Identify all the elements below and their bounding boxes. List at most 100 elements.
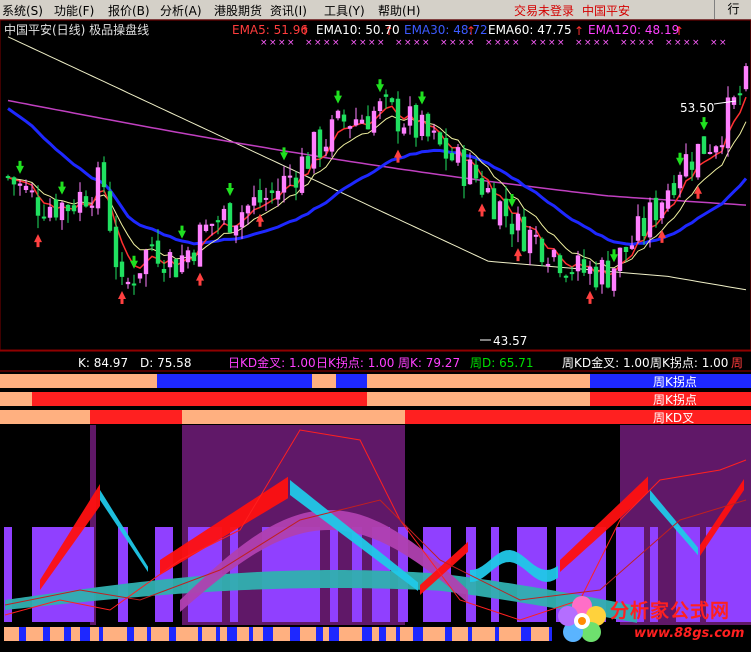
kdj-readout-0: K: 84.97 (78, 356, 129, 370)
signal-x-mark: × (305, 38, 313, 48)
candle-body (479, 178, 485, 195)
bottom-tick-segment (26, 627, 43, 641)
signal-x-mark: × (647, 38, 655, 48)
bottom-tick-segment (339, 627, 362, 641)
high-price-label: 53.50 (680, 101, 715, 115)
candle-body (329, 119, 335, 152)
candle-body (5, 176, 11, 179)
candle-body (659, 202, 665, 219)
bottom-tick-segment (43, 627, 50, 641)
candle-body (281, 175, 287, 193)
candle-body (161, 268, 167, 273)
candle-body (377, 101, 383, 112)
candle-body (293, 177, 299, 188)
candle-body (77, 191, 83, 213)
candle-body (623, 246, 629, 252)
signal-x-mark: × (692, 38, 700, 48)
band-label-2: 周K拐点 (653, 393, 697, 407)
chart-canvas: × × × × × × × × × × × × × × × × × × × × × × × × × × × × × × × × × × × × × × × ×… (0, 19, 751, 641)
candle-body (515, 213, 521, 231)
signal-x-mark: × (413, 38, 421, 48)
candle-body (719, 145, 725, 148)
bottom-tick-segment (379, 627, 386, 641)
bottom-tick-segment (396, 627, 400, 641)
candle-body (725, 97, 731, 149)
candle-body (461, 149, 467, 186)
candle-body (599, 259, 605, 285)
weekly-kd-cross-band (90, 410, 182, 424)
candle-body (551, 249, 557, 258)
candle-body (95, 167, 101, 209)
candle-body (683, 154, 689, 177)
candle-body (671, 183, 677, 196)
bottom-tick-segment (423, 627, 445, 641)
candle-body (383, 94, 389, 97)
candle-body (317, 129, 323, 158)
candle-body (41, 216, 47, 219)
candle-body (221, 208, 227, 221)
candle-body (593, 266, 599, 288)
candle-body (557, 255, 563, 274)
bottom-tick-segment (50, 627, 64, 641)
weekly-turn-band (336, 374, 367, 388)
signal-x-mark: × (440, 38, 448, 48)
candle-body (527, 229, 533, 254)
bottom-tick-segment (273, 627, 290, 641)
weekly-k-turn-band (367, 392, 590, 406)
signal-x-mark: × (593, 38, 601, 48)
candle-body (587, 266, 593, 274)
candle-body (371, 110, 377, 133)
ema-readout-0: EMA5: 51.96 (232, 23, 308, 37)
candle-body (395, 98, 401, 132)
signal-x-mark: × (485, 38, 493, 48)
candle-body (263, 197, 269, 200)
watermark-url: www.88gs.com (634, 626, 745, 641)
bottom-tick-segment (103, 627, 127, 641)
candle-body (359, 119, 365, 124)
bottom-tick-segment (64, 627, 71, 641)
candle-body (287, 175, 293, 178)
kdj-readout-2: 日KD金叉: 1.00 (228, 356, 316, 370)
candle-body (389, 98, 395, 103)
signal-x-mark: × (323, 38, 331, 48)
signal-x-mark: × (629, 38, 637, 48)
signal-x-mark: × (548, 38, 556, 48)
candle-body (185, 250, 191, 263)
candle-body (491, 188, 497, 220)
candle-body (59, 202, 65, 221)
candle-body (509, 223, 515, 235)
signal-x-mark: × (638, 38, 646, 48)
signal-x-mark: × (665, 38, 673, 48)
candle-body (605, 260, 611, 288)
candle-body (617, 247, 623, 272)
candle-body (89, 205, 95, 208)
candle-body (107, 191, 113, 231)
weekly-k-turn-band (32, 392, 367, 406)
candle-body (611, 268, 617, 291)
signal-x-mark: × (269, 38, 277, 48)
bottom-tick-segment (134, 627, 147, 641)
signal-x-mark: × (719, 38, 727, 48)
candle-body (191, 252, 197, 262)
signal-x-mark: × (458, 38, 466, 48)
bottom-tick-segment (90, 627, 99, 641)
weekly-kd-cross-band (0, 410, 90, 424)
kdj-readout-5: 周D: 65.71 (470, 356, 534, 370)
bottom-tick-segment (147, 627, 151, 641)
kd-bar (491, 527, 499, 622)
signal-x-mark: × (512, 38, 520, 48)
bottom-tick-segment (220, 627, 227, 641)
bottom-tick-segment (263, 627, 273, 641)
candle-body (245, 205, 251, 214)
signal-x-mark: × (494, 38, 502, 48)
signal-x-mark: × (674, 38, 682, 48)
signal-x-mark: × (530, 38, 538, 48)
signal-x-mark: × (332, 38, 340, 48)
bottom-tick-segment (400, 627, 413, 641)
candle-body (17, 183, 23, 186)
candle-body (53, 199, 59, 218)
signal-x-mark: × (683, 38, 691, 48)
band-label-1: 周K拐点 (653, 375, 697, 389)
kdj-readout-3: 日K拐点: 1.00 (316, 356, 395, 370)
candle-body (701, 136, 707, 154)
